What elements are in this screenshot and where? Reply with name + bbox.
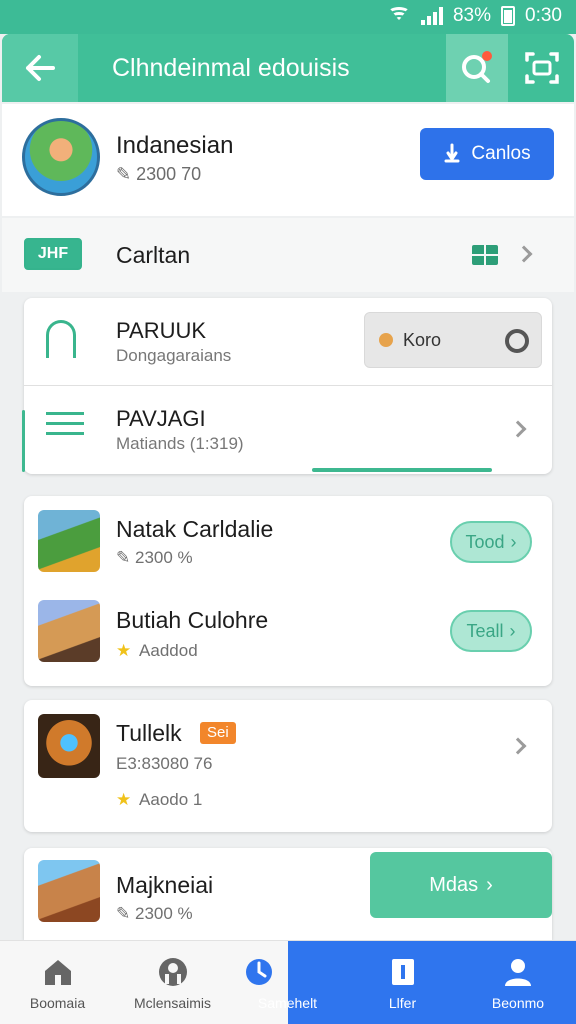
menu-card: PARUUK Dongagaraians Koro PAVJAGI Matian… [24,298,552,474]
game-rating: ★ Aaodo 1 [116,790,202,810]
left-accent-bar [22,410,25,472]
games-card: Natak Carldalie ✎ 2300 % Tood › Butiah C… [24,496,552,686]
game-thumbnail[interactable] [38,510,100,572]
edit-icon: ✎ [116,548,131,567]
profile-action-label: Canlos [471,143,531,164]
game-thumbnail [38,714,100,778]
profile-header: Indanesian ✎ 2300 70 Canlos [2,104,574,216]
nav-label: Mclensaimis [133,995,211,1011]
user-icon [379,333,393,347]
profile-sub-value: 2300 70 [136,164,202,184]
nav-item-games[interactable]: Mclensaimis [115,941,230,1024]
star-icon: ★ [116,641,132,660]
game-action-button[interactable]: Tood › [450,521,532,563]
game-thumbnail[interactable] [38,860,100,922]
nav-label: Beonmo [491,995,545,1011]
wifi-icon [387,7,411,25]
menu-item-subtitle: Dongagaraians [116,346,232,365]
chevron-right-icon[interactable] [515,245,533,263]
game-card-tullelk[interactable]: Tullelk Sei E3:83080 76 ★ Aaodo 1 [24,700,552,832]
chevron-right-icon [509,420,527,438]
nav-label: Boomaia [29,995,86,1011]
game-sub: ✎ 2300 % [116,904,193,924]
signal-icon [420,7,443,25]
nav-label: Samehelt [257,995,318,1011]
list-icon [46,412,84,440]
more-button-label: Mdas [429,873,479,896]
game-action-label: Tood [465,531,505,552]
mode-toggle-label: Koro [403,329,442,350]
nav-item-home[interactable]: Boomaia [0,941,115,1024]
game-thumbnail[interactable] [38,600,100,662]
menu-item-pavjagi[interactable]: PAVJAGI Matiands (1:319) [24,385,552,471]
section-title: Carltan [116,242,191,268]
avatar[interactable] [22,118,100,196]
chevron-right-icon: › [509,620,516,641]
app-bar: Clhndeinmal edouisis [2,34,574,102]
back-button[interactable] [2,34,78,102]
game-title: Natak Carldalie [116,516,274,542]
edit-icon: ✎ [116,904,131,923]
game-title: Tullelk [116,720,182,746]
gamepad-icon [158,958,187,986]
nav-item-label-search: Samehelt [230,941,345,1024]
game-sub-value: 2300 % [134,548,193,567]
battery-percent: 83% [452,5,492,26]
back-arrow-icon [26,55,55,81]
nav-item-info[interactable]: Llfer [345,941,460,1024]
menu-item-title: PARUUK [116,318,207,343]
nav-label: Llfer [388,995,417,1011]
game-action-button[interactable]: Teall › [450,610,532,652]
status-right: 83% 0:30 [387,5,562,27]
game-sub-value: 2300 % [134,904,193,923]
edit-icon: ✎ [116,164,132,184]
game-title: Majkneiai [116,872,214,898]
home-icon [44,960,71,985]
menu-item-title: PAVJAGI [116,406,206,431]
nav-item-profile[interactable]: Beonmo [460,941,576,1024]
section-badge: JHF [24,238,82,270]
more-button[interactable]: Mdas › [370,852,552,918]
profile-sub: ✎ 2300 70 [116,164,201,185]
chevron-right-icon [509,737,527,755]
game-rating-value: Aaodo 1 [139,790,203,809]
person-icon [505,959,531,986]
info-icon [391,959,414,985]
mode-toggle[interactable]: Koro [364,312,542,368]
game-sub-value: Aaddod [139,641,198,660]
clock: 0:30 [525,5,562,26]
section-header[interactable]: JHF Carltan [2,218,574,292]
progress-indicator [312,468,492,472]
game-sub: ★ Aaddod [116,641,198,661]
game-tag-badge: Sei [200,722,236,744]
game-action-label: Teall [466,620,504,641]
grid-icon[interactable] [472,245,498,265]
menu-item-subtitle: Matiands (1:319) [116,434,244,453]
battery-icon [501,6,516,26]
page-title: Clhndeinmal edouisis [112,54,350,82]
game-title: Butiah Culohre [116,607,269,633]
ring-icon [505,329,529,353]
game-sub: ✎ 2300 % [116,548,193,568]
chevron-right-icon: › [510,531,517,552]
search-button[interactable] [446,34,508,102]
status-bar: 83% 0:30 [0,0,576,34]
scan-button[interactable] [510,34,574,102]
menu-item-paruuk[interactable]: PARUUK Dongagaraians Koro [24,298,552,384]
home-outline-icon [46,320,76,358]
bottom-nav: Boomaia Mclensaimis Samehelt Llfer Beonm… [0,940,576,1024]
profile-action-button[interactable]: Canlos [420,128,554,180]
scan-icon [525,52,559,84]
star-icon: ★ [116,790,132,809]
chevron-right-icon: › [486,873,493,896]
search-icon [462,51,492,83]
game-sub: E3:83080 76 [116,754,213,773]
hand-icon [444,143,460,163]
profile-name: Indanesian [116,132,234,159]
